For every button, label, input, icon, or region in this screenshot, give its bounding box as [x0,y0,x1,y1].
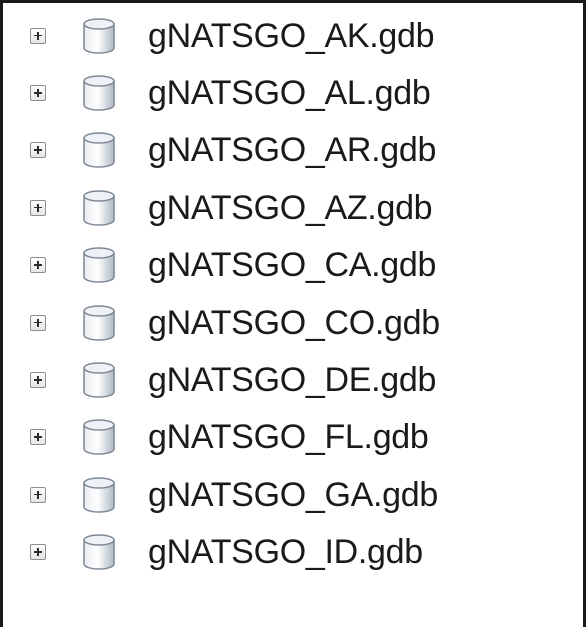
tree-item-gnatsgo-al[interactable]: gNATSGO_AL.gdb [3,64,583,121]
database-icon [83,362,115,398]
catalog-tree-panel: gNATSGO_AK.gdb gNATSGO_AL.gdb gNATSGO_AR… [0,0,586,627]
tree-item-gnatsgo-co[interactable]: gNATSGO_CO.gdb [3,294,583,351]
database-icon [83,477,115,513]
tree-item-label: gNATSGO_CA.gdb [148,246,437,285]
tree-item-gnatsgo-az[interactable]: gNATSGO_AZ.gdb [3,179,583,236]
tree-item-label: gNATSGO_CO.gdb [148,303,440,342]
geodatabase-list: gNATSGO_AK.gdb gNATSGO_AL.gdb gNATSGO_AR… [3,7,583,581]
tree-item-gnatsgo-ga[interactable]: gNATSGO_GA.gdb [3,466,583,523]
tree-item-label: gNATSGO_AR.gdb [148,131,437,170]
tree-item-gnatsgo-ca[interactable]: gNATSGO_CA.gdb [3,237,583,294]
database-icon [83,534,115,570]
tree-item-gnatsgo-de[interactable]: gNATSGO_DE.gdb [3,351,583,408]
tree-item-gnatsgo-fl[interactable]: gNATSGO_FL.gdb [3,409,583,466]
tree-item-label: gNATSGO_AK.gdb [148,16,435,55]
expand-plus-icon[interactable] [30,544,46,561]
tree-item-label: gNATSGO_ID.gdb [148,533,423,572]
tree-item-label: gNATSGO_AZ.gdb [148,188,433,227]
tree-item-gnatsgo-ak[interactable]: gNATSGO_AK.gdb [3,7,583,64]
expand-plus-icon[interactable] [30,27,46,44]
expand-plus-icon[interactable] [30,486,46,503]
database-icon [83,247,115,283]
database-icon [83,304,115,341]
tree-item-label: gNATSGO_GA.gdb [148,475,438,514]
tree-item-gnatsgo-ar[interactable]: gNATSGO_AR.gdb [3,122,583,179]
expand-plus-icon[interactable] [30,314,46,331]
expand-plus-icon[interactable] [30,142,46,159]
database-icon [83,132,115,169]
tree-item-label: gNATSGO_DE.gdb [148,361,437,400]
expand-plus-icon[interactable] [30,85,46,102]
database-icon [83,190,115,226]
tree-item-gnatsgo-id[interactable]: gNATSGO_ID.gdb [3,524,583,581]
database-icon [83,17,115,54]
expand-plus-icon[interactable] [30,372,46,389]
expand-plus-icon[interactable] [30,429,46,446]
expand-plus-icon[interactable] [30,199,46,216]
database-icon [83,419,115,456]
expand-plus-icon[interactable] [30,257,46,274]
tree-item-label: gNATSGO_AL.gdb [148,74,431,113]
tree-item-label: gNATSGO_FL.gdb [148,418,429,457]
database-icon [83,75,115,111]
